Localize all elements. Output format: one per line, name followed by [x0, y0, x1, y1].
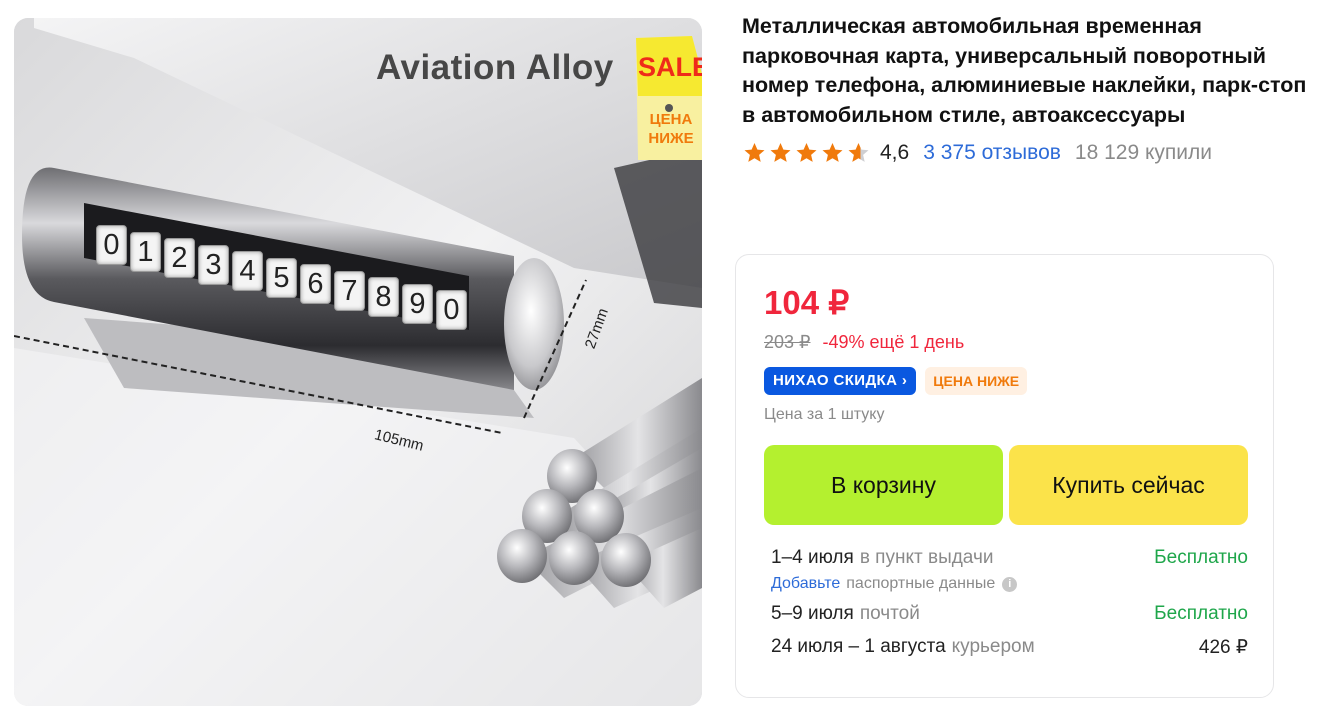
delivery-cost: Бесплатно — [1154, 603, 1248, 624]
delivery-method: в пункт выдачи — [859, 547, 994, 568]
reviews-link[interactable]: 3 375 отзывов — [923, 141, 1061, 165]
number-dial: 3 — [198, 245, 229, 285]
image-headline: Aviation Alloy — [376, 48, 614, 87]
rating-row: 4,6 3 375 отзывов 18 129 купили — [742, 138, 1212, 168]
delivery-option-courier: 24 июля – 1 августа курьером 426 ₽ — [771, 636, 1248, 659]
star-icon — [744, 143, 765, 162]
sale-tag-line2: НИЖЕ — [648, 130, 694, 147]
delivery-date: 5–9 июля — [771, 603, 854, 624]
delivery-option-post: 5–9 июля почтой Бесплатно — [771, 603, 1248, 625]
star-icon — [770, 143, 791, 162]
old-price-row: 203 ₽ -49% ещё 1 день — [764, 332, 964, 353]
number-dial: 6 — [300, 264, 331, 304]
star-icon — [822, 143, 843, 162]
delivery-method: курьером — [951, 636, 1035, 657]
number-dial: 0 — [96, 225, 127, 265]
nihao-discount-badge[interactable]: НИХАО СКИДКА › — [764, 367, 917, 395]
product-photo-illustration — [14, 18, 702, 706]
sale-tag-price-lower: ЦЕНА НИЖЕ — [638, 110, 702, 148]
number-dial: 0 — [436, 290, 467, 330]
delivery-option-pickup-info: 1–4 июля в пункт выдачи — [771, 547, 993, 569]
number-dial: 2 — [164, 238, 195, 278]
delivery-method: почтой — [859, 603, 920, 624]
delivery-date: 24 июля – 1 августа — [771, 636, 946, 657]
passport-hint: Добавьте паспортные данные i — [771, 575, 1018, 593]
price-card: 104 ₽ 203 ₽ -49% ещё 1 день НИХАО СКИДКА… — [735, 254, 1274, 698]
number-dial: 8 — [368, 277, 399, 317]
old-price: 203 ₽ — [764, 332, 811, 352]
delivery-cost: 426 ₽ — [1198, 637, 1248, 658]
product-title: Металлическая автомобильная временная па… — [742, 14, 1307, 127]
delivery-option-post-info: 5–9 июля почтой — [771, 603, 920, 625]
add-passport-link[interactable]: Добавьте — [771, 575, 840, 593]
delivery-option-courier-info: 24 июля – 1 августа курьером — [771, 636, 1035, 659]
number-dial: 1 — [130, 232, 161, 272]
delivery-date: 1–4 июля — [771, 547, 854, 568]
buy-now-button[interactable]: Купить сейчас — [1009, 445, 1248, 525]
current-price: 104 ₽ — [764, 284, 850, 321]
number-dial: 4 — [232, 251, 263, 291]
sale-tag-line1: ЦЕНА — [649, 111, 693, 128]
number-dials: 0 1 2 3 4 5 6 7 8 9 0 — [94, 223, 474, 333]
delivery-cost: Бесплатно — [1154, 547, 1248, 568]
star-icon — [796, 143, 817, 162]
passport-hint-text: паспортные данные — [846, 575, 996, 592]
rating-stars — [742, 141, 872, 165]
number-dial: 9 — [402, 284, 433, 324]
delivery-option-pickup: 1–4 июля в пункт выдачи Бесплатно — [771, 547, 1248, 569]
badges-row: НИХАО СКИДКА › ЦЕНА НИЖЕ — [764, 367, 1028, 395]
sale-tag-label: SALE — [638, 52, 702, 82]
add-to-cart-button[interactable]: В корзину — [764, 445, 1003, 525]
discount-label: -49% ещё 1 день — [822, 332, 965, 352]
product-image[interactable]: Aviation Alloy SALE ЦЕНА НИЖЕ 0 1 2 3 4 … — [14, 18, 702, 706]
info-icon[interactable]: i — [1002, 576, 1018, 592]
number-dial: 7 — [334, 271, 365, 311]
bought-count: 18 129 купили — [1074, 141, 1212, 164]
unit-price-note: Цена за 1 штуку — [764, 406, 885, 423]
number-dial: 5 — [266, 258, 297, 298]
star-half-icon — [848, 143, 869, 162]
low-price-badge: ЦЕНА НИЖЕ — [925, 367, 1028, 395]
rating-value: 4,6 — [880, 141, 910, 164]
